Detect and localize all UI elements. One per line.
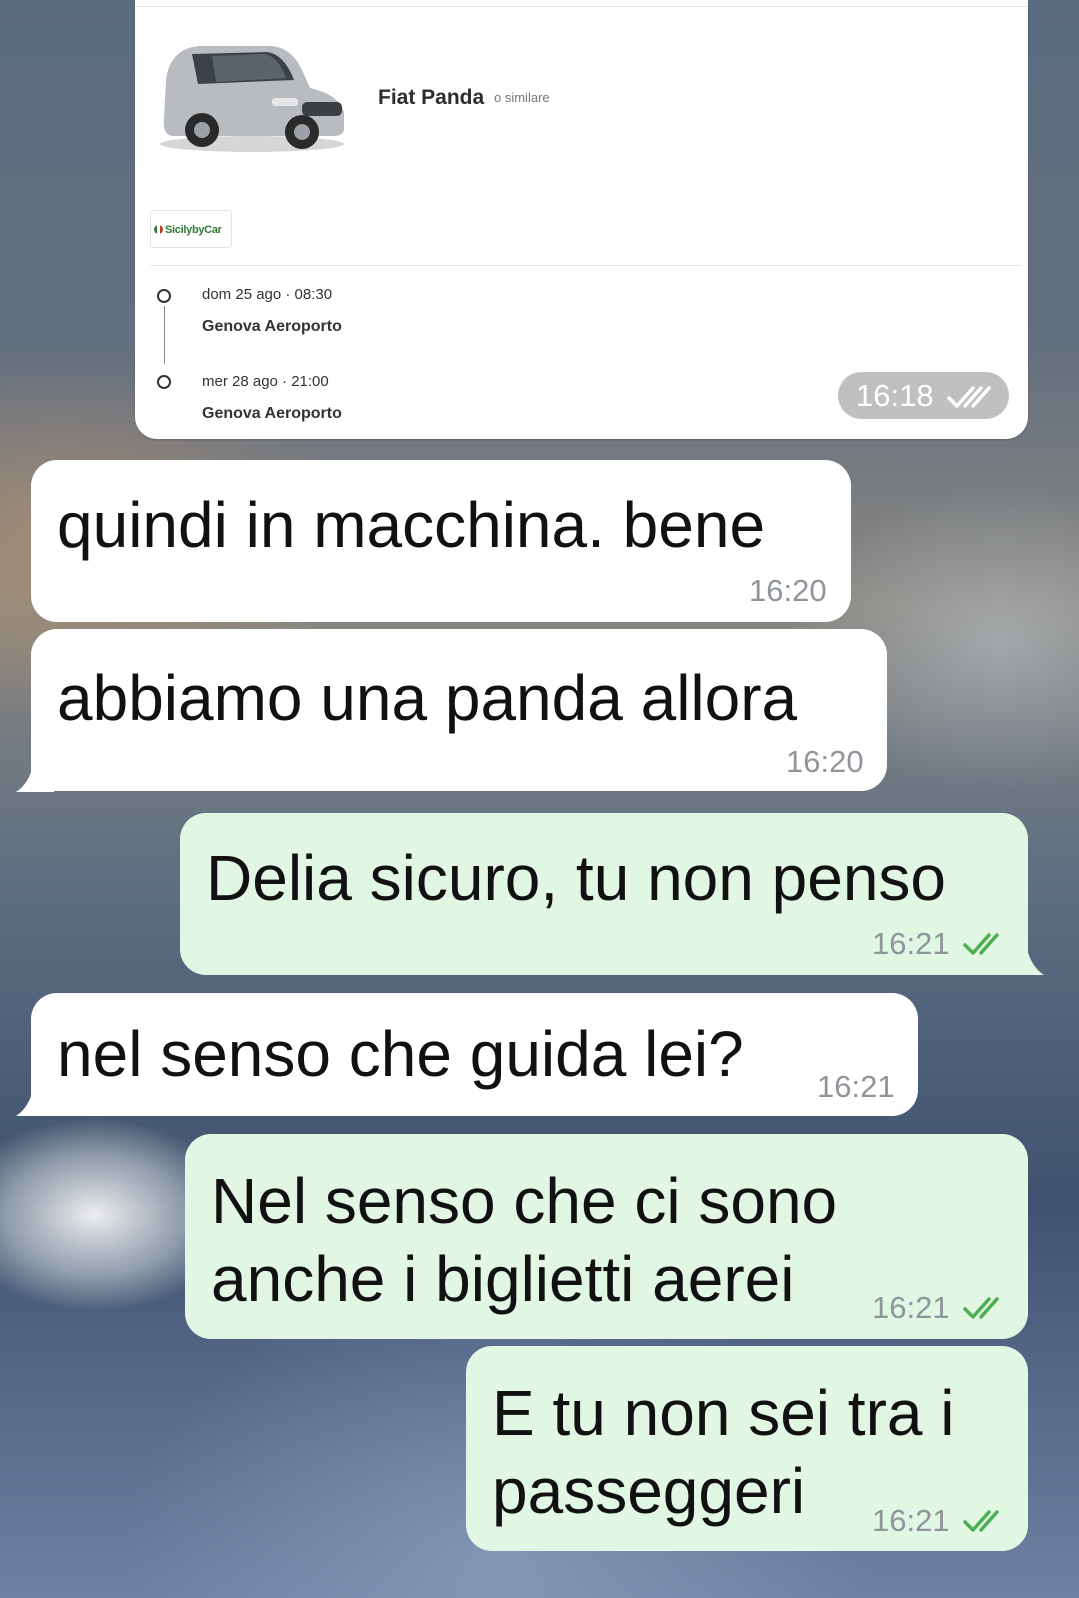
message-text-line2: anche i biglietti aerei bbox=[211, 1243, 795, 1315]
timeline-line bbox=[164, 306, 165, 364]
message-text-line1: Nel senso che ci sono bbox=[211, 1165, 838, 1237]
brand-name: SicilybyCar bbox=[165, 224, 222, 236]
read-ticks-icon bbox=[963, 933, 999, 955]
message-text: Delia sicuro, tu non penso bbox=[206, 842, 946, 914]
card-timestamp-pill: 16:18 bbox=[838, 372, 1009, 419]
return-date: mer 28 ago · 21:00 bbox=[202, 373, 329, 390]
car-name: Fiat Panda bbox=[378, 86, 485, 109]
pickup-marker-icon bbox=[157, 289, 171, 303]
read-ticks-icon bbox=[947, 386, 991, 408]
rental-brand-logo: SicilybyCar bbox=[150, 210, 232, 248]
card-time: 16:18 bbox=[856, 378, 934, 413]
card-divider bbox=[150, 265, 1022, 266]
message-bubble-outgoing[interactable]: Delia sicuro, tu non penso 16:21 bbox=[180, 813, 1028, 975]
brand-flag-icon bbox=[154, 225, 163, 234]
return-marker-icon bbox=[157, 375, 171, 389]
message-text-line2: passeggeri bbox=[492, 1455, 806, 1527]
car-image bbox=[160, 46, 344, 152]
car-subtitle: o similare bbox=[494, 90, 550, 105]
message-time: 16:21 bbox=[872, 1503, 950, 1538]
message-text: nel senso che guida lei? bbox=[57, 1018, 744, 1090]
message-text: quindi in macchina. bene bbox=[57, 489, 766, 561]
message-text-line1: E tu non sei tra i bbox=[492, 1377, 955, 1449]
message-bubble-outgoing[interactable]: E tu non sei tra i passeggeri 16:21 bbox=[466, 1346, 1028, 1551]
return-place: Genova Aeroporto bbox=[202, 405, 342, 422]
message-bubble-incoming[interactable]: quindi in macchina. bene 16:20 bbox=[31, 460, 851, 622]
message-time: 16:21 bbox=[817, 1069, 895, 1104]
message-time: 16:20 bbox=[749, 573, 827, 608]
message-time: 16:21 bbox=[872, 1290, 950, 1325]
message-bubble-incoming[interactable]: abbiamo una panda allora 16:20 bbox=[31, 629, 887, 791]
message-time: 16:21 bbox=[872, 926, 950, 961]
message-bubble-incoming[interactable]: nel senso che guida lei? 16:21 bbox=[31, 993, 918, 1116]
card-top-border bbox=[135, 6, 1028, 7]
read-ticks-icon bbox=[963, 1510, 999, 1532]
pickup-date: dom 25 ago · 08:30 bbox=[202, 286, 333, 303]
message-text: abbiamo una panda allora bbox=[57, 662, 798, 734]
pickup-place: Genova Aeroporto bbox=[202, 318, 342, 335]
message-time: 16:20 bbox=[786, 744, 864, 779]
read-ticks-icon bbox=[963, 1297, 999, 1319]
message-bubble-outgoing[interactable]: Nel senso che ci sono anche i biglietti … bbox=[185, 1134, 1028, 1339]
